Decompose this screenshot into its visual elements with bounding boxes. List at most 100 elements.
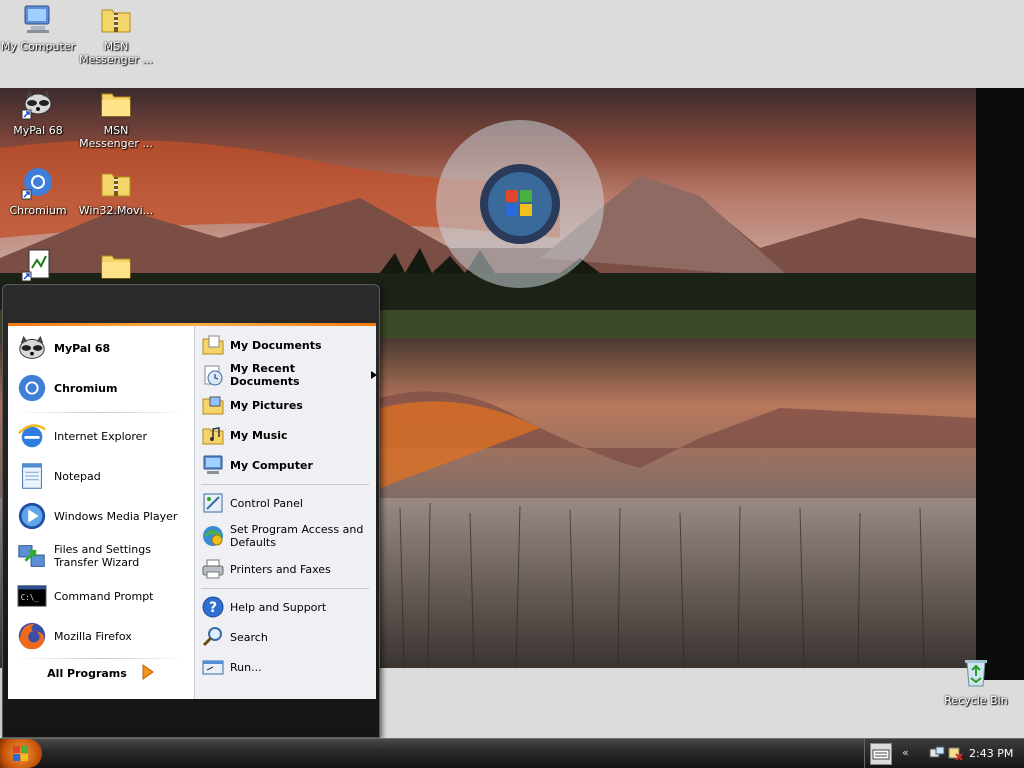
start-menu-footer: [3, 699, 379, 739]
start-menu-item-set-program-access[interactable]: Set Program Access and Defaults: [195, 518, 377, 554]
system-item-label: Set Program Access and Defaults: [230, 523, 364, 549]
start-menu-item-printers-faxes[interactable]: Printers and Faxes: [195, 554, 377, 584]
places-item-label: My Computer: [230, 458, 313, 472]
search-icon: [201, 625, 225, 649]
documents-folder-icon: [201, 333, 225, 357]
start-menu-item-my-recent-documents[interactable]: My Recent Documents: [195, 360, 377, 390]
start-menu-item-notepad[interactable]: Notepad: [8, 456, 194, 496]
start-menu-item-search[interactable]: Search: [195, 622, 377, 652]
start-menu-item-my-documents[interactable]: My Documents: [195, 330, 377, 360]
svg-text:C:\_: C:\_: [21, 593, 40, 602]
desktop-icon-label: Recycle Bin: [944, 694, 1008, 707]
help-item-label: Run...: [230, 660, 262, 674]
folder-icon: [99, 248, 133, 282]
printer-icon: [201, 557, 225, 581]
start-menu-item-files-settings-transfer[interactable]: Files and Settings Transfer Wizard: [8, 536, 194, 576]
desktop-icon-chromium[interactable]: Chromium: [0, 166, 76, 217]
start-menu-item-command-prompt[interactable]: C:\_ Command Prompt: [8, 576, 194, 616]
transfer-wizard-icon: [16, 540, 48, 572]
svg-text:?: ?: [209, 600, 217, 616]
desktop-icon-label: Chromium: [9, 204, 67, 217]
start-menu: MyPal 68 Chromium Internet Explorer Note…: [2, 284, 380, 738]
windows-logo-icon: [13, 746, 28, 761]
start-menu-item-my-computer[interactable]: My Computer: [195, 450, 377, 480]
start-menu-header: [3, 285, 379, 323]
recycle-bin-icon: [959, 656, 993, 690]
desktop-icon-shortcut[interactable]: [0, 248, 76, 286]
tray-clock[interactable]: 2:43 PM: [969, 747, 1013, 760]
system-item-label: Printers and Faxes: [230, 562, 331, 576]
places-item-label: My Recent Documents: [230, 362, 300, 388]
computer-icon: [21, 2, 55, 36]
submenu-arrow-icon: [371, 369, 377, 382]
desktop-icon-label: MSN Messenger ...: [79, 124, 153, 150]
places-item-label: My Pictures: [230, 398, 303, 412]
start-menu-item-label: Notepad: [54, 469, 101, 483]
spreadsheet-icon: [21, 248, 55, 282]
start-menu-item-my-music[interactable]: My Music: [195, 420, 377, 450]
desktop-icon-label: MSN Messenger ...: [79, 40, 153, 66]
pictures-folder-icon: [201, 393, 225, 417]
program-access-icon: [201, 524, 225, 548]
music-folder-icon: [201, 423, 225, 447]
raccoon-icon: [21, 86, 55, 120]
desktop-icon-msn-messenger-zip[interactable]: MSN Messenger ...: [78, 2, 154, 66]
recent-documents-icon: [201, 363, 225, 387]
desktop-icon-folder[interactable]: [78, 248, 154, 286]
network-icon[interactable]: [929, 745, 945, 764]
places-item-label: My Music: [230, 428, 288, 442]
start-menu-item-label: MyPal 68: [54, 341, 111, 355]
computer-icon: [201, 453, 225, 477]
notepad-icon: [16, 460, 48, 492]
start-menu-separator: [16, 412, 186, 413]
zip-folder-icon: [99, 2, 133, 36]
start-button[interactable]: [0, 739, 42, 768]
start-menu-item-chromium[interactable]: Chromium: [8, 368, 194, 408]
all-programs-label: All Programs: [47, 666, 127, 680]
desktop-icon-mypal-68[interactable]: MyPal 68: [0, 86, 76, 137]
start-menu-programs-pane: MyPal 68 Chromium Internet Explorer Note…: [8, 326, 194, 699]
start-menu-item-internet-explorer[interactable]: Internet Explorer: [8, 416, 194, 456]
start-menu-separator: [201, 588, 369, 589]
wallpaper-right-border: [976, 88, 1024, 680]
start-menu-item-label: Internet Explorer: [54, 429, 147, 443]
places-item-label: My Documents: [230, 338, 322, 352]
chromium-icon: [21, 166, 55, 200]
chromium-icon: [16, 372, 48, 404]
control-panel-icon: [201, 491, 225, 515]
start-menu-item-control-panel[interactable]: Control Panel: [195, 488, 377, 518]
folder-icon: [99, 86, 133, 120]
start-menu-item-windows-media-player[interactable]: Windows Media Player: [8, 496, 194, 536]
help-item-label: Help and Support: [230, 600, 327, 614]
system-item-label: Control Panel: [230, 496, 303, 510]
safely-remove-icon[interactable]: [947, 745, 963, 764]
start-menu-item-mozilla-firefox[interactable]: Mozilla Firefox: [8, 616, 194, 656]
desktop-icon-label: Win32.Movi...: [78, 204, 154, 217]
arrow-right-icon: [141, 663, 155, 683]
desktop-icon-msn-messenger-folder[interactable]: MSN Messenger ...: [78, 86, 154, 150]
keyboard-icon[interactable]: [870, 743, 892, 765]
all-programs-button[interactable]: All Programs: [8, 656, 194, 690]
start-menu-item-run[interactable]: Run...: [195, 652, 377, 682]
start-menu-separator: [201, 484, 369, 485]
start-menu-item-mypal-68[interactable]: MyPal 68: [8, 328, 194, 368]
desktop-icon-my-computer[interactable]: My Computer: [0, 2, 76, 53]
internet-explorer-icon: [16, 420, 48, 452]
start-menu-item-label: Command Prompt: [54, 589, 154, 603]
start-menu-item-my-pictures[interactable]: My Pictures: [195, 390, 377, 420]
start-menu-item-help-support[interactable]: ? Help and Support: [195, 592, 377, 622]
start-menu-item-label: Files and Settings Transfer Wizard: [54, 543, 151, 569]
start-menu-item-label: Chromium: [54, 381, 118, 395]
help-icon: ?: [201, 595, 225, 619]
command-prompt-icon: C:\_: [16, 580, 48, 612]
desktop-icon-recycle-bin[interactable]: Recycle Bin: [936, 656, 1016, 707]
desktop-icon-label: My Computer: [0, 40, 76, 53]
tray-expand-button[interactable]: «: [902, 746, 909, 759]
media-player-icon: [16, 500, 48, 532]
start-menu-item-label: Windows Media Player: [54, 509, 178, 523]
start-menu-places-pane: My Documents My Recent Documents My Pict…: [194, 326, 377, 699]
desktop-icon-label: MyPal 68: [13, 124, 63, 137]
start-menu-item-label: Mozilla Firefox: [54, 629, 132, 643]
taskbar: 2:43 PM «: [0, 738, 1024, 768]
desktop-icon-win32-movie[interactable]: Win32.Movi...: [78, 166, 154, 217]
